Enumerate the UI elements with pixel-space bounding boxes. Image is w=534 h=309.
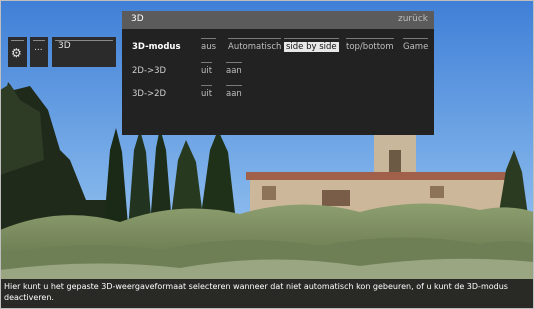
option-automatisch[interactable]: Automatisch (228, 38, 282, 52)
panel-body: 3D-modus aus Automatisch side by side to… (122, 29, 434, 135)
option-aan[interactable]: aan (226, 62, 242, 76)
more-tile[interactable]: ... (30, 37, 48, 67)
gear-icon: ⚙ (11, 46, 22, 60)
panel-title: 3D (131, 14, 144, 24)
back-button[interactable]: zurück (398, 14, 428, 24)
option-uit[interactable]: uit (201, 85, 213, 99)
row-label-3d-2d[interactable]: 3D->2D (132, 89, 166, 99)
option-side-by-side[interactable]: side by side (284, 38, 339, 52)
more-label: ... (34, 43, 43, 53)
option-top-bottom[interactable]: top/bottom (346, 38, 394, 52)
option-aus[interactable]: aus (201, 38, 217, 52)
help-text: Hier kunt u het gepaste 3D-weergaveforma… (4, 282, 508, 302)
tile-top-bar (33, 40, 45, 41)
tile-top-bar (11, 40, 24, 41)
3d-tile-label: 3D (58, 41, 71, 51)
tv-screen: ⚙ ... 3D 3D zurück 3D-modus aus Automati… (0, 0, 534, 309)
option-aan[interactable]: aan (226, 85, 242, 99)
help-caption: Hier kunt u het gepaste 3D-weergaveforma… (0, 279, 534, 309)
3d-settings-panel: 3D zurück 3D-modus aus Automatisch side … (122, 11, 434, 135)
option-uit[interactable]: uit (201, 62, 213, 76)
option-game[interactable]: Game (403, 38, 429, 52)
panel-header: 3D zurück (122, 11, 434, 29)
row-label-3d-modus[interactable]: 3D-modus (132, 42, 181, 52)
settings-tile[interactable]: ⚙ (8, 37, 27, 67)
3d-tile[interactable]: 3D (52, 37, 116, 67)
row-label-2d-3d[interactable]: 2D->3D (132, 66, 166, 76)
